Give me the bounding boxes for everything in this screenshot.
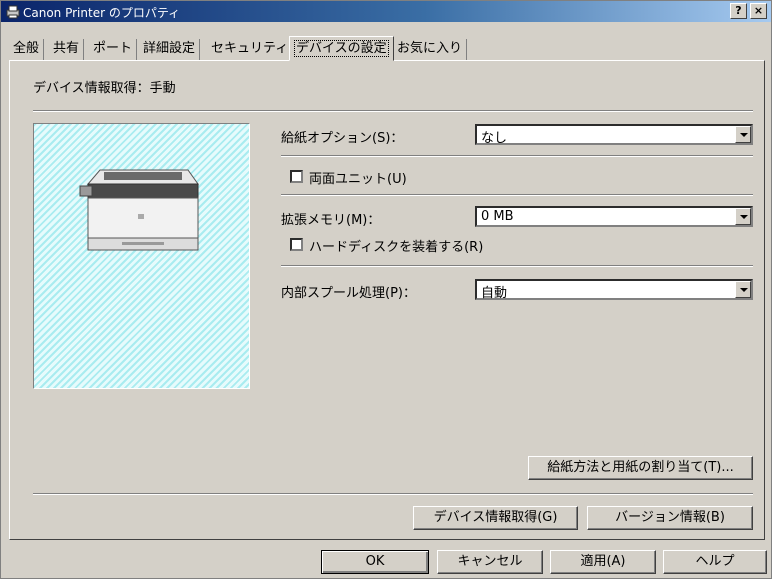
tab-ports[interactable]: ポート [89, 39, 138, 61]
printer-app-icon [6, 5, 20, 19]
chevron-down-icon[interactable] [735, 208, 751, 225]
apply-button[interactable]: 適用(A) [550, 550, 656, 574]
duplex-unit-label: 両面ユニット(U) [309, 172, 407, 187]
tab-favorites[interactable]: お気に入り [393, 39, 468, 61]
help-button[interactable]: ヘルプ [663, 550, 767, 574]
memory-select[interactable]: 0 MB [475, 206, 753, 227]
title-bar[interactable]: Canon Printer のプロパティ ? × [1, 1, 771, 22]
chevron-down-icon[interactable] [735, 126, 751, 143]
tab-security[interactable]: セキュリティ [207, 39, 294, 61]
spool-value: 自動 [481, 286, 508, 301]
ok-button[interactable]: OK [321, 550, 429, 574]
cancel-button[interactable]: キャンセル [437, 550, 543, 574]
help-title-button[interactable]: ? [730, 3, 747, 19]
divider-2 [281, 194, 753, 196]
divider-1 [281, 155, 753, 157]
duplex-unit-checkbox[interactable] [290, 170, 303, 183]
paper-assign-button[interactable]: 給紙方法と用紙の割り当て(T)... [528, 456, 753, 480]
top-divider [33, 110, 753, 112]
printer-image [79, 169, 199, 251]
paper-option-value: なし [481, 131, 508, 146]
get-device-info-button[interactable]: デバイス情報取得(G) [413, 506, 578, 530]
device-info-status: デバイス情報取得：手動 [33, 81, 176, 96]
tab-device-settings[interactable]: デバイスの設定 [289, 36, 394, 61]
divider-3 [281, 265, 753, 267]
tab-general[interactable]: 全般 [9, 39, 45, 61]
tab-sharing[interactable]: 共有 [49, 39, 85, 61]
bottom-divider [33, 493, 753, 495]
chevron-down-icon[interactable] [735, 281, 751, 298]
spool-select[interactable]: 自動 [475, 279, 753, 301]
printer-preview [33, 123, 250, 389]
spool-label: 内部スプール処理(P)： [281, 286, 416, 301]
close-button[interactable]: × [750, 3, 767, 19]
hard-disk-label: ハードディスクを装着する(R) [309, 240, 484, 255]
paper-option-select[interactable]: なし [475, 124, 753, 146]
window-title: Canon Printer のプロパティ [23, 6, 181, 20]
paper-option-label: 給紙オプション(S)： [281, 131, 404, 146]
memory-label: 拡張メモリ(M)： [281, 213, 381, 228]
tab-advanced[interactable]: 詳細設定 [139, 39, 201, 61]
hard-disk-checkbox[interactable] [290, 238, 303, 251]
memory-value: 0 MB [481, 209, 514, 224]
printer-properties-dialog: Canon Printer のプロパティ ? × 全般 共有 ポート 詳細設定 … [0, 0, 772, 579]
version-info-button[interactable]: バージョン情報(B) [587, 506, 753, 530]
